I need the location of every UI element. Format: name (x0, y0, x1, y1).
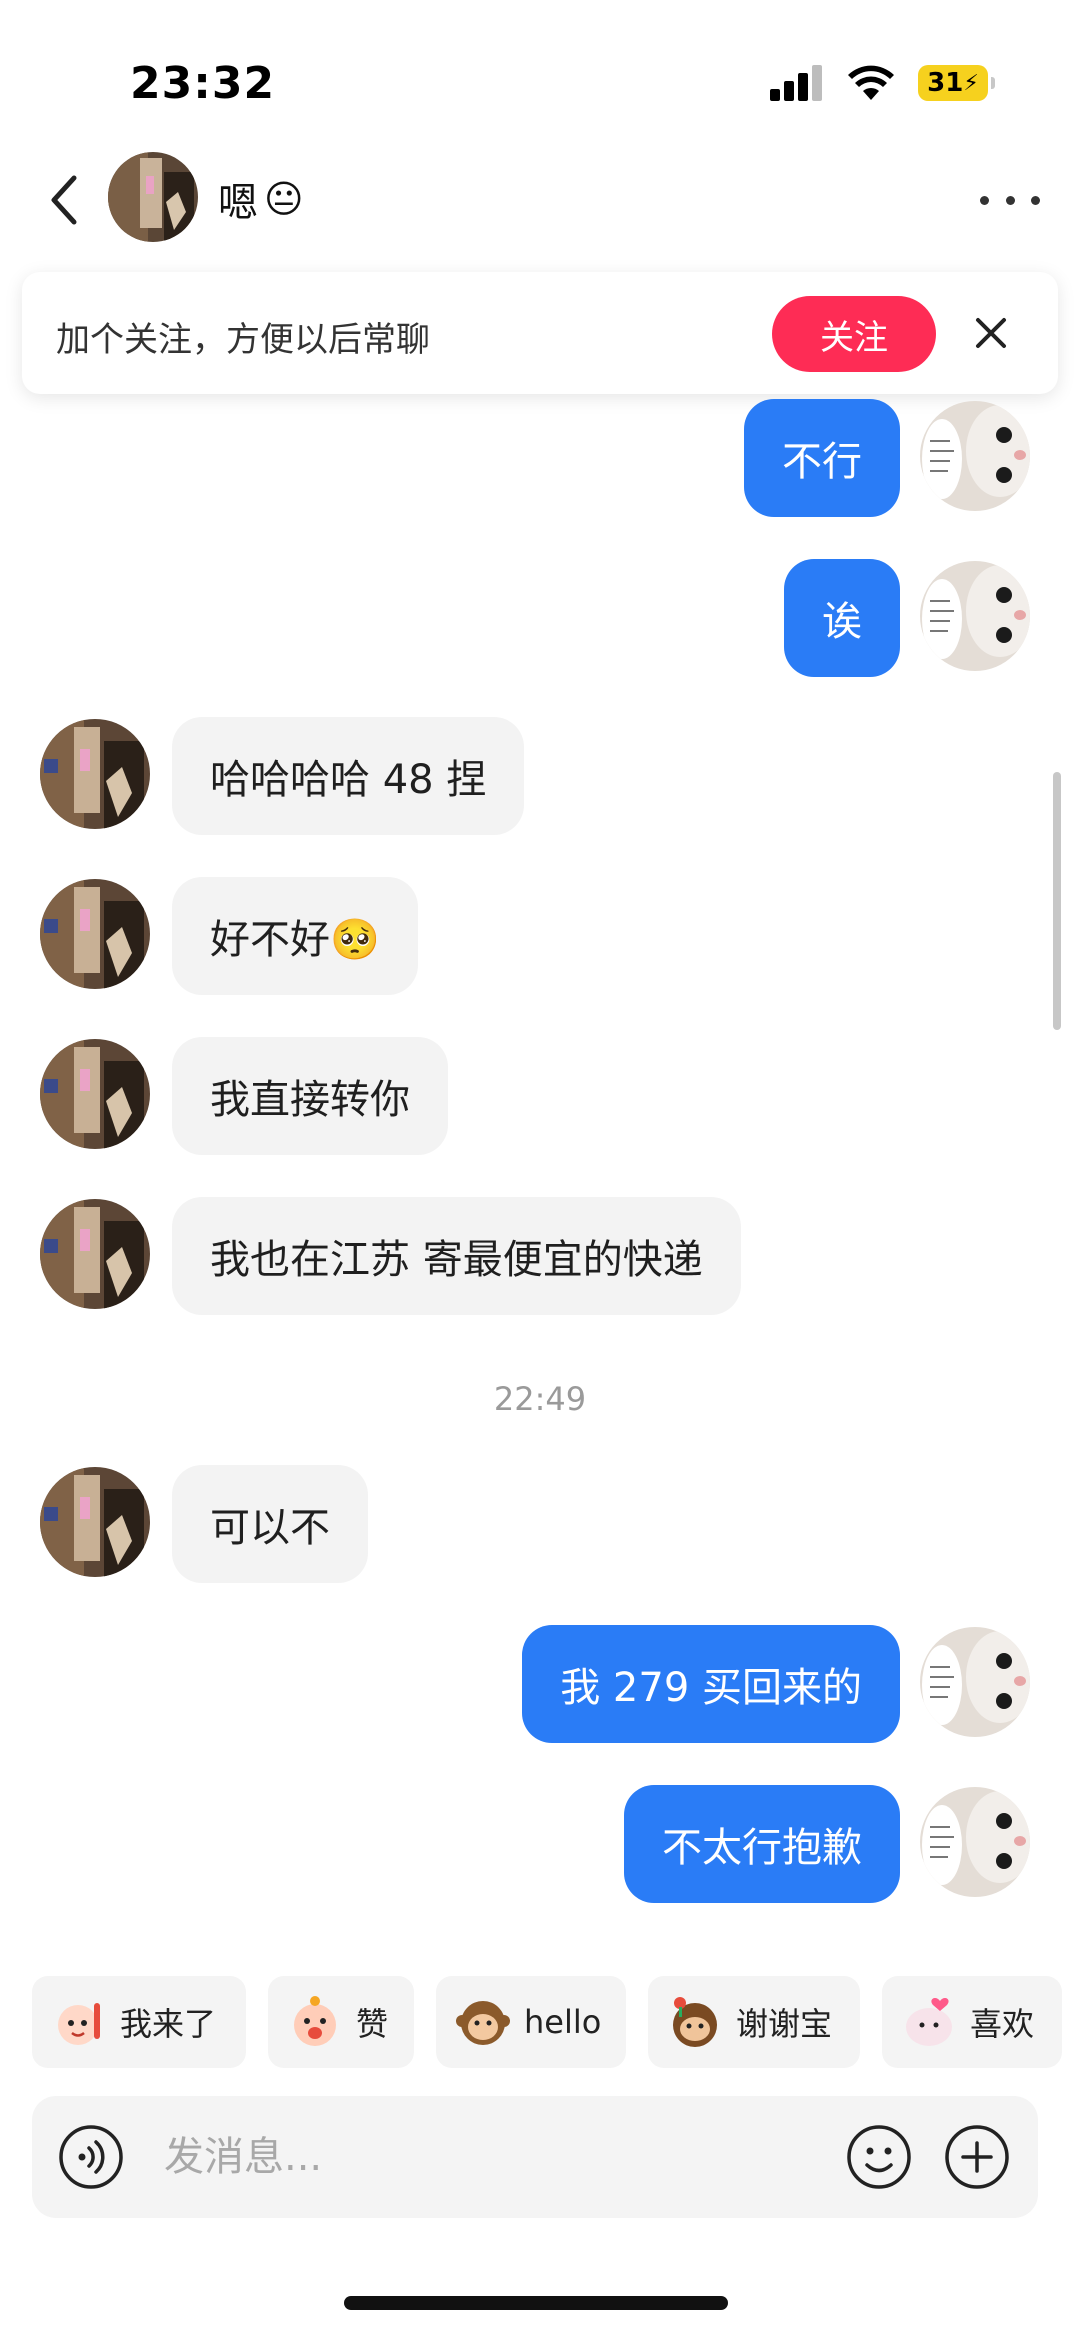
contact-avatar[interactable] (40, 879, 150, 989)
more-dot (980, 195, 989, 205)
message-row-received: 可以不 (0, 1465, 1080, 1583)
sent-bubble[interactable]: 诶 (784, 559, 900, 677)
quick-reply-label: hello (524, 2003, 602, 2041)
message-row-received: 我直接转你 (0, 1037, 1080, 1155)
quick-reply-chip[interactable]: 喜欢 (882, 1976, 1062, 2068)
quick-reply-chip[interactable]: 谢谢宝 (648, 1976, 860, 2068)
my-avatar[interactable] (920, 561, 1030, 671)
follow-button[interactable]: 关注 (772, 296, 936, 372)
sent-bubble[interactable]: 不太行抱歉 (624, 1785, 900, 1903)
back-button[interactable] (40, 170, 90, 230)
message-row-sent: 不行 (0, 399, 1080, 517)
sticker-monkey-flower-icon (673, 1997, 717, 2047)
contact-avatar[interactable] (40, 719, 150, 829)
quick-reply-chip[interactable]: 我来了 (32, 1976, 246, 2068)
message-list[interactable]: 不行 诶 哈哈哈哈 48 捏 好不好🥺 我直接转你 我也在江苏 寄最便宜的快递 … (0, 395, 1080, 1943)
battery-level: 31 (927, 68, 964, 98)
message-row-sent: 诶 (0, 559, 1080, 677)
sticker-monkey-icon (456, 2001, 510, 2045)
message-row-received: 我也在江苏 寄最便宜的快递 (0, 1197, 1080, 1315)
quick-reply-label: 赞 (356, 2005, 389, 2043)
message-row-sent: 不太行抱歉 (0, 1785, 1080, 1903)
sticker-heart-icon (906, 1998, 952, 2046)
contact-name-group[interactable]: 嗯 😐 (218, 170, 304, 228)
more-dot (1031, 195, 1040, 205)
message-timestamp: 22:49 (493, 1380, 587, 1418)
follow-prompt-text: 加个关注，方便以后常聊 (56, 320, 430, 360)
battery-icon: 31 ⚡ (918, 65, 995, 101)
message-input[interactable] (164, 2120, 724, 2194)
sticker-cheer-icon (294, 1996, 336, 2046)
my-avatar[interactable] (920, 1787, 1030, 1897)
contact-avatar[interactable] (108, 152, 198, 242)
quick-reply-label: 谢谢宝 (736, 2005, 833, 2043)
sent-bubble[interactable]: 我 279 买回来的 (522, 1625, 900, 1743)
emoji-button[interactable] (846, 2124, 912, 2190)
more-options-button[interactable] (980, 180, 1040, 220)
my-avatar[interactable] (920, 1627, 1030, 1737)
sticker-waving-icon (58, 2003, 100, 2045)
contact-avatar[interactable] (40, 1199, 150, 1309)
message-row-received: 好不好🥺 (0, 877, 1080, 995)
quick-reply-chip[interactable]: hello (436, 1976, 626, 2068)
status-icons: 31 ⚡ (770, 64, 995, 102)
home-indicator[interactable] (344, 2296, 728, 2310)
status-emoji-icon: 😐 (264, 177, 304, 221)
received-bubble[interactable]: 我直接转你 (172, 1037, 448, 1155)
follow-banner: 加个关注，方便以后常聊 关注 (22, 272, 1058, 394)
scrollbar[interactable] (1053, 772, 1061, 1030)
more-actions-button[interactable] (944, 2124, 1010, 2190)
received-bubble[interactable]: 可以不 (172, 1465, 368, 1583)
message-input-bar (32, 2096, 1038, 2218)
quick-reply-bar: 我来了 赞 hello 谢谢宝 喜欢 (0, 1976, 1080, 2068)
received-bubble[interactable]: 我也在江苏 寄最便宜的快递 (172, 1197, 741, 1315)
quick-reply-chip[interactable]: 赞 (268, 1976, 414, 2068)
my-avatar[interactable] (920, 401, 1030, 511)
cellular-signal-icon (770, 65, 824, 101)
status-bar: 23:32 31 ⚡ (0, 0, 1080, 140)
close-banner-button[interactable] (968, 310, 1014, 356)
received-bubble[interactable]: 好不好🥺 (172, 877, 418, 995)
more-dot (1005, 195, 1015, 205)
message-row-received: 哈哈哈哈 48 捏 (0, 717, 1080, 835)
message-row-sent: 我 279 买回来的 (0, 1625, 1080, 1743)
received-bubble[interactable]: 哈哈哈哈 48 捏 (172, 717, 525, 835)
contact-avatar[interactable] (40, 1039, 150, 1149)
contact-avatar[interactable] (40, 1467, 150, 1577)
sent-bubble[interactable]: 不行 (744, 399, 900, 517)
quick-reply-label: 我来了 (120, 2005, 217, 2043)
voice-input-button[interactable] (58, 2124, 124, 2190)
contact-name: 嗯 (218, 180, 258, 226)
status-time: 23:32 (130, 58, 276, 109)
chat-header: 嗯 😐 (0, 140, 1080, 260)
wifi-icon (848, 65, 894, 100)
quick-reply-label: 喜欢 (970, 2005, 1035, 2043)
